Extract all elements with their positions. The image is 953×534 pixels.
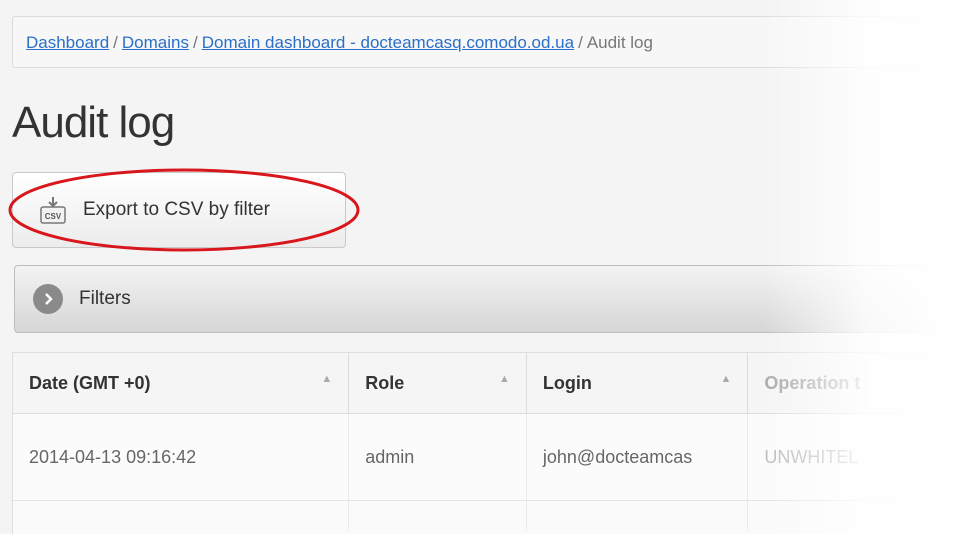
cell-operation: UNWHITEL xyxy=(764,447,859,467)
cell-login: john@docteamcas xyxy=(527,414,749,501)
breadcrumb-dashboard[interactable]: Dashboard xyxy=(26,33,109,52)
csv-export-icon: CSV xyxy=(39,195,67,225)
page-title: Audit log xyxy=(12,98,175,147)
cell-empty xyxy=(527,501,749,531)
breadcrumb-separator: / xyxy=(193,33,198,52)
breadcrumb-current: Audit log xyxy=(586,33,653,52)
sort-ascending-icon: ▲ xyxy=(720,373,732,385)
audit-log-table: Date (GMT +0) ▲ Role ▲ Login ▲ Operation t … xyxy=(12,352,942,534)
column-header-date[interactable]: Date (GMT +0) ▲ xyxy=(13,353,350,414)
table-row[interactable]: 2014-04-13 09:16:42 admin john@docteamca… xyxy=(13,414,941,501)
breadcrumb-separator: / xyxy=(113,33,118,52)
table-row xyxy=(13,501,941,531)
cell-empty xyxy=(13,501,350,531)
cell-empty xyxy=(349,501,527,531)
breadcrumb: Dashboard / Domains / Domain dashboard - doc… xyxy=(12,16,942,68)
column-header-login[interactable]: Login ▲ xyxy=(527,353,749,414)
breadcrumb-separator: / xyxy=(578,33,583,52)
column-header-role[interactable]: Role ▲ xyxy=(349,353,527,414)
cell-empty xyxy=(748,501,941,531)
breadcrumb-domain-dashboard[interactable]: Domain dashboard - docteamcasq.comodo.od… xyxy=(202,33,574,52)
column-header-label: Operation t xyxy=(764,373,861,393)
column-header-label: Role xyxy=(365,373,405,393)
export-csv-button[interactable]: CSV Export to CSV by filter xyxy=(12,172,346,248)
export-csv-label: Export to CSV by filter xyxy=(83,199,270,220)
breadcrumb-domains[interactable]: Domains xyxy=(122,33,189,52)
filters-toggle[interactable]: Filters xyxy=(14,265,944,333)
cell-date: 2014-04-13 09:16:42 xyxy=(13,414,350,501)
audit-log-page: Dashboard / Domains / Domain dashboard - doc… xyxy=(0,0,953,534)
filters-label: Filters xyxy=(79,288,131,309)
column-header-operation[interactable]: Operation t xyxy=(748,353,941,414)
sort-ascending-icon: ▲ xyxy=(499,373,510,385)
cell-role: admin xyxy=(349,414,527,501)
chevron-right-icon xyxy=(33,284,63,314)
svg-text:CSV: CSV xyxy=(45,212,62,221)
table-header: Date (GMT +0) ▲ Role ▲ Login ▲ Operation t xyxy=(13,353,941,414)
column-header-label: Login xyxy=(542,373,592,393)
sort-ascending-icon: ▲ xyxy=(321,373,333,385)
column-header-label: Date (GMT +0) xyxy=(29,373,151,393)
